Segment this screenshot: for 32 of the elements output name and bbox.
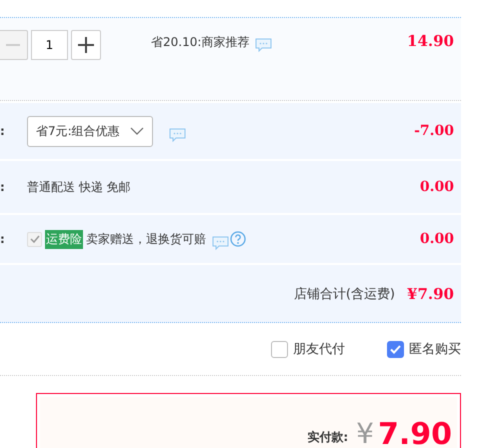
option-label: 匿名购买 [409, 341, 461, 358]
insurance-tag: 运费险 [45, 230, 83, 248]
plus-button[interactable] [71, 30, 101, 60]
minus-icon [6, 44, 20, 46]
payment-label: 实付款: [307, 429, 348, 446]
item-price: 14.90 [407, 32, 454, 50]
row-amount: -7.00 [414, 123, 454, 139]
plus-icon [78, 37, 94, 53]
shop-total-label: 店铺合计(含运费) [294, 286, 396, 302]
insurance-text: 卖家赠送，退换货可赔 [86, 230, 206, 248]
currency-symbol: ¥ [356, 417, 374, 448]
caret-icon [130, 127, 144, 135]
row-amount: 0.00 [420, 231, 454, 247]
shipping-text: 普通配送 快递 免邮 [27, 178, 131, 196]
help-icon[interactable] [230, 231, 246, 247]
label-colon: : [0, 232, 6, 246]
option-label: 朋友代付 [293, 341, 345, 358]
discount-select[interactable]: 省7元:组合优惠 [27, 116, 153, 146]
option-checkbox[interactable] [387, 340, 404, 358]
promo-text: 省20.10:商家推荐 [151, 34, 250, 51]
check-icon [390, 344, 401, 354]
shop-total-amount: ¥7.90 [407, 284, 454, 302]
label-colon: : [0, 180, 6, 194]
payment-amount: 7.90 [378, 420, 452, 448]
chat-icon[interactable] [168, 128, 186, 142]
check-icon [30, 235, 40, 243]
quantity-field[interactable]: 1 [31, 30, 68, 60]
chat-icon[interactable] [255, 38, 272, 52]
option-checkbox[interactable] [271, 340, 288, 358]
chat-icon[interactable] [212, 236, 229, 250]
row-amount: 0.00 [420, 179, 454, 195]
label-colon: : [0, 124, 6, 138]
